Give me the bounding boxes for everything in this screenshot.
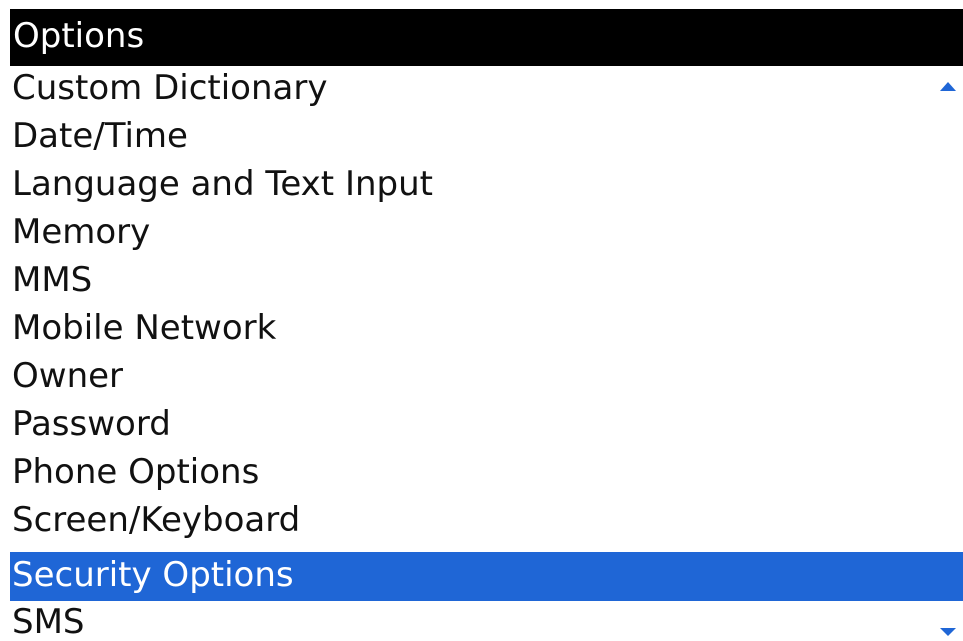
title-bar [10,9,963,66]
list-item-security-options[interactable]: Security Options [10,552,963,601]
list-item-screen-keyboard[interactable]: Screen/Keyboard [10,497,963,546]
list-item-memory[interactable]: Memory [10,209,963,258]
options-list: Custom Dictionary Date/Time Language and… [0,65,963,641]
list-item-date-time[interactable]: Date/Time [10,113,963,162]
list-item-owner[interactable]: Owner [10,353,963,402]
list-item-sms[interactable]: SMS [10,599,963,641]
list-item-phone-options[interactable]: Phone Options [10,449,963,498]
list-item-custom-dictionary[interactable]: Custom Dictionary [10,65,963,114]
list-item-mobile-network[interactable]: Mobile Network [10,305,963,354]
page-title: Options [13,16,145,56]
list-item-language-and-text-input[interactable]: Language and Text Input [10,161,963,210]
list-item-mms[interactable]: MMS [10,257,963,306]
list-item-password[interactable]: Password [10,401,963,450]
scroll-up-icon[interactable] [940,82,956,91]
scroll-down-icon[interactable] [940,628,956,636]
